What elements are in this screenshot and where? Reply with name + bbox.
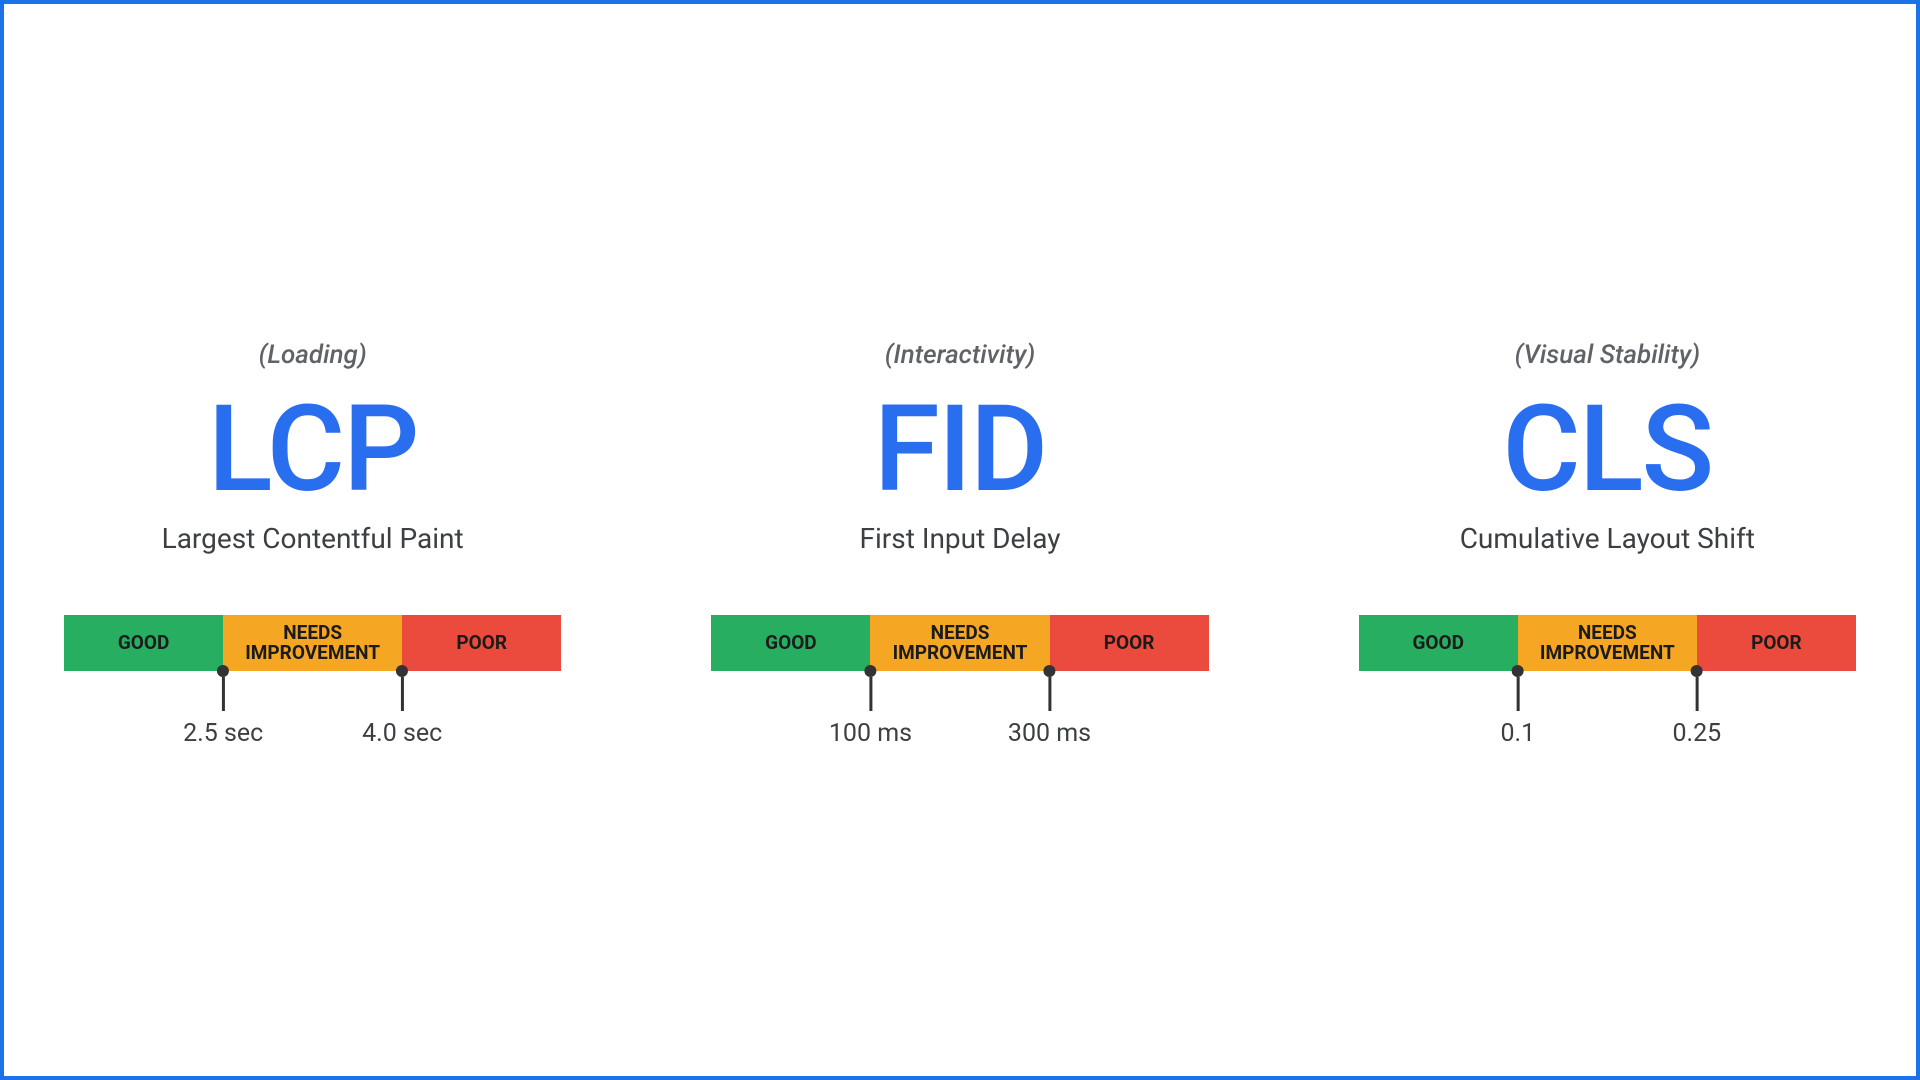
threshold-tick-poor: 0.25: [1672, 671, 1721, 748]
tick-line-icon: [1516, 677, 1519, 711]
threshold-poor-label: 300 ms: [1008, 719, 1091, 748]
metric-category: (Visual Stability): [1515, 340, 1700, 370]
threshold-bar: GOOD NEEDS IMPROVEMENT POOR: [711, 615, 1208, 671]
segment-needs-line1: NEEDS: [283, 623, 342, 643]
tick-dot-icon: [217, 665, 229, 677]
tick-line-icon: [222, 677, 225, 711]
threshold-bar-wrap: GOOD NEEDS IMPROVEMENT POOR 0.1: [1359, 615, 1856, 741]
diagram-frame: (Loading) LCP Largest Contentful Paint G…: [0, 0, 1920, 1080]
metric-fullname: Cumulative Layout Shift: [1460, 522, 1755, 555]
segment-poor: POOR: [1050, 615, 1209, 671]
metric-abbrev: CLS: [1502, 390, 1712, 510]
threshold-poor-label: 0.25: [1672, 719, 1721, 748]
metric-cls: (Visual Stability) CLS Cumulative Layout…: [1359, 340, 1856, 741]
segment-needs-improvement: NEEDS IMPROVEMENT: [1518, 615, 1697, 671]
threshold-tick-good: 100 ms: [829, 671, 912, 748]
tick-dot-icon: [1691, 665, 1703, 677]
threshold-bar: GOOD NEEDS IMPROVEMENT POOR: [64, 615, 561, 671]
threshold-tick-good: 2.5 sec: [183, 671, 263, 748]
metric-category: (Loading): [259, 340, 367, 370]
threshold-tick-poor: 300 ms: [1008, 671, 1091, 748]
segment-needs-improvement: NEEDS IMPROVEMENT: [870, 615, 1049, 671]
threshold-bar-wrap: GOOD NEEDS IMPROVEMENT POOR 2.5 sec: [64, 615, 561, 741]
metric-fullname: Largest Contentful Paint: [162, 522, 464, 555]
threshold-bar: GOOD NEEDS IMPROVEMENT POOR: [1359, 615, 1856, 671]
segment-poor: POOR: [1697, 615, 1856, 671]
segment-good: GOOD: [711, 615, 870, 671]
segment-good: GOOD: [64, 615, 223, 671]
threshold-good-label: 100 ms: [829, 719, 912, 748]
threshold-tick-poor: 4.0 sec: [362, 671, 442, 748]
segment-needs-line2: IMPROVEMENT: [1540, 643, 1675, 663]
tick-dot-icon: [396, 665, 408, 677]
metric-abbrev: LCP: [208, 390, 418, 510]
metric-fullname: First Input Delay: [860, 522, 1061, 555]
metric-category: (Interactivity): [885, 340, 1035, 370]
threshold-good-label: 0.1: [1500, 719, 1535, 748]
tick-line-icon: [869, 677, 872, 711]
threshold-poor-label: 4.0 sec: [362, 719, 442, 748]
threshold-bar-wrap: GOOD NEEDS IMPROVEMENT POOR 100 ms: [711, 615, 1208, 741]
threshold-ticks: 100 ms 300 ms: [711, 671, 1208, 741]
tick-line-icon: [401, 677, 404, 711]
segment-needs-improvement: NEEDS IMPROVEMENT: [223, 615, 402, 671]
tick-dot-icon: [1044, 665, 1056, 677]
segment-needs-line1: NEEDS: [931, 623, 990, 643]
threshold-ticks: 0.1 0.25: [1359, 671, 1856, 741]
tick-line-icon: [1695, 677, 1698, 711]
segment-needs-line2: IMPROVEMENT: [893, 643, 1028, 663]
metric-abbrev: FID: [874, 390, 1046, 510]
threshold-ticks: 2.5 sec 4.0 sec: [64, 671, 561, 741]
segment-needs-line1: NEEDS: [1578, 623, 1637, 643]
threshold-tick-good: 0.1: [1500, 671, 1535, 748]
segment-good: GOOD: [1359, 615, 1518, 671]
threshold-good-label: 2.5 sec: [183, 719, 263, 748]
tick-dot-icon: [1512, 665, 1524, 677]
metric-lcp: (Loading) LCP Largest Contentful Paint G…: [64, 340, 561, 741]
segment-poor: POOR: [402, 615, 561, 671]
tick-dot-icon: [864, 665, 876, 677]
metric-fid: (Interactivity) FID First Input Delay GO…: [711, 340, 1208, 741]
segment-needs-line2: IMPROVEMENT: [245, 643, 380, 663]
metrics-row: (Loading) LCP Largest Contentful Paint G…: [4, 340, 1916, 741]
tick-line-icon: [1048, 677, 1051, 711]
